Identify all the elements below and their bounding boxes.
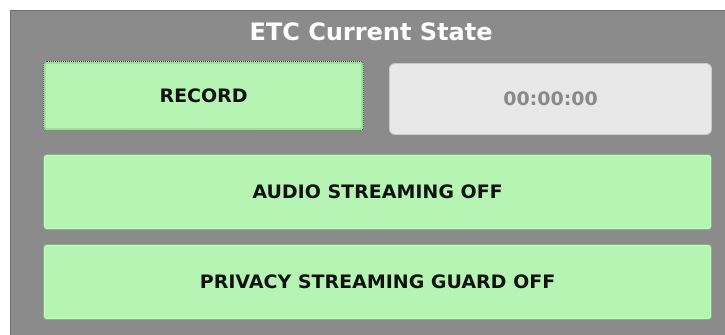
audio-streaming-toggle[interactable]: AUDIO STREAMING OFF <box>43 154 712 230</box>
etc-state-panel: ETC Current State RECORD 00:00:00 AUDIO … <box>10 10 725 335</box>
record-button[interactable]: RECORD <box>43 61 364 131</box>
privacy-guard-label: PRIVACY STREAMING GUARD OFF <box>199 271 556 293</box>
privacy-guard-toggle[interactable]: PRIVACY STREAMING GUARD OFF <box>43 244 712 320</box>
record-timer-display: 00:00:00 <box>389 63 712 135</box>
panel-title: ETC Current State <box>249 18 493 46</box>
timer-value: 00:00:00 <box>503 88 598 110</box>
audio-streaming-label: AUDIO STREAMING OFF <box>252 181 503 203</box>
record-button-label: RECORD <box>159 85 248 107</box>
